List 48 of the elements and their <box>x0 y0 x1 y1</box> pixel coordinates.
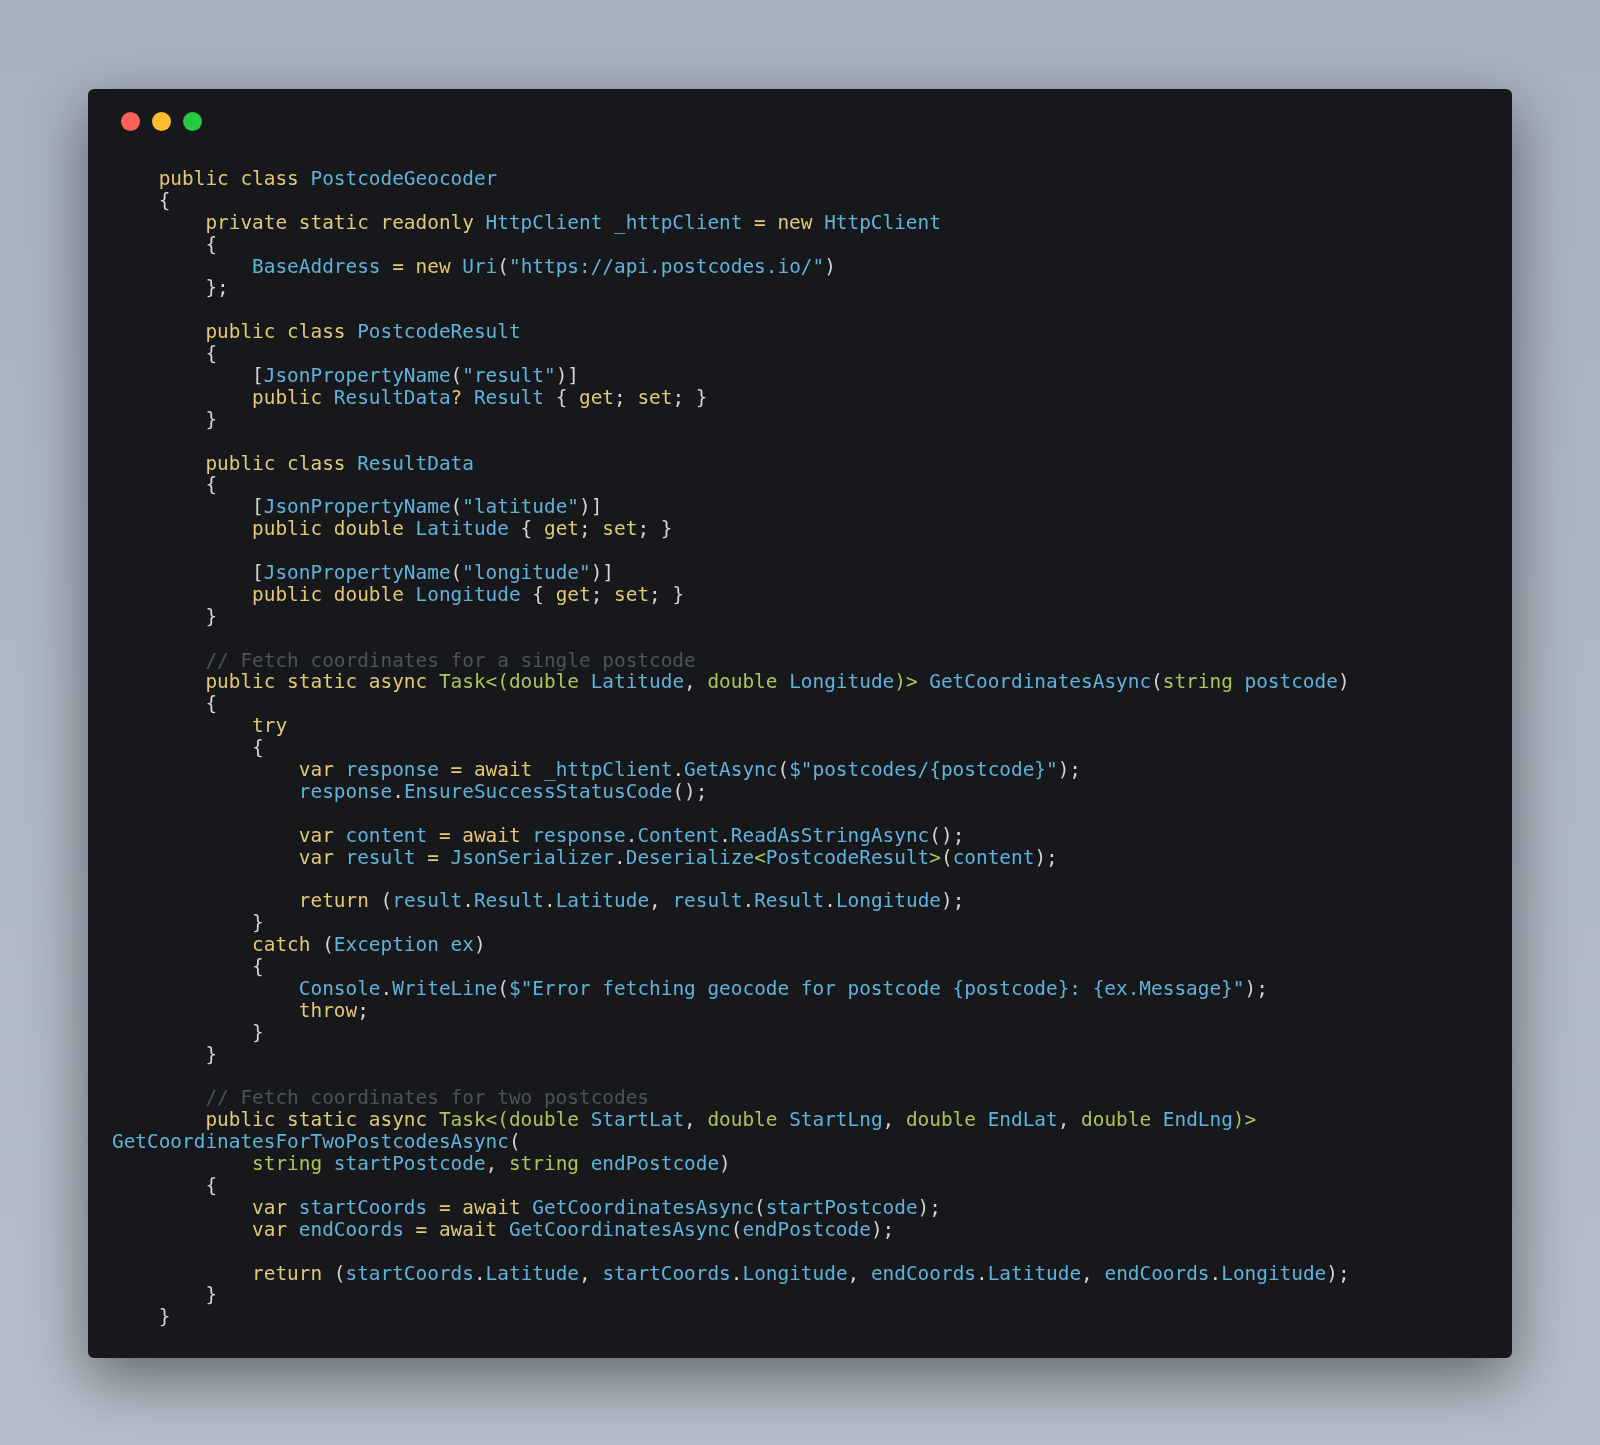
code-line: BaseAddress = new Uri("https://api.postcodes.io/") <box>251 255 836 278</box>
code-line: } <box>204 1043 218 1066</box>
code-line: public class PostcodeResult <box>204 321 521 344</box>
code-line: return (result.Result.Latitude, result.Result.Longitude); <box>297 890 965 913</box>
code-line: response.EnsureSuccessStatusCode(); <box>297 780 708 803</box>
code-line: private static readonly HttpClient _httpClient = new HttpClient <box>204 211 941 234</box>
code-line: // Fetch coordinates for a single postcode <box>204 649 696 672</box>
code-line: catch (Exception ex) <box>251 934 486 957</box>
code-line: } <box>251 912 264 935</box>
code-line: { <box>251 737 264 760</box>
code-line: } <box>204 1284 218 1307</box>
code-line: { <box>157 189 171 212</box>
code-line: Console.WriteLine($"Error fetching geocode for postcode {postcode}: {ex.Message}"); <box>297 977 1268 1000</box>
code-line: { <box>204 693 218 716</box>
code-line: [JsonPropertyName("result")] <box>251 365 579 387</box>
code-line: // Fetch coordinates for two postcodes <box>204 1087 649 1110</box>
code-line: } <box>157 1306 171 1329</box>
code-line: var startCoords = await GetCoordinatesAsync(startPostcode); <box>251 1196 941 1219</box>
code-line: { <box>204 343 218 365</box>
code-line: public double Latitude { get; set; } <box>251 518 673 541</box>
code-line: } <box>204 408 218 431</box>
code-line: }; <box>204 277 229 300</box>
code-line: { <box>251 956 264 978</box>
code-line: public class ResultData <box>204 452 474 475</box>
code-line: var content = await response.Content.ReadAsStringAsync(); <box>297 824 965 847</box>
code-line: [JsonPropertyName("longitude")] <box>251 562 615 584</box>
code-line: public ResultData? Result { get; set; } <box>251 386 708 409</box>
code-line: [JsonPropertyName("latitude")] <box>251 496 603 519</box>
code-line: } <box>251 1021 264 1044</box>
window-zoom-icon <box>183 112 202 131</box>
code-line: string startPostcode, string endPostcode) <box>251 1153 731 1175</box>
code-line: { <box>204 474 218 497</box>
code-line: public static async Task<(double StartLat, double StartLng, double EndLat, double EndLng)> <box>204 1109 1257 1132</box>
code-line: public class PostcodeGeocoder <box>157 168 498 190</box>
code-line: public static async Task<(double Latitude, double Longitude)> GetCoordinatesAsync(string postcode) <box>204 671 1350 694</box>
code-line: var result = JsonSerializer.Deserialize<PostcodeResult>(content); <box>297 846 1058 869</box>
code-line: GetCoordinatesForTwoPostcodesAsync( <box>112 1131 521 1154</box>
code-line: throw; <box>297 999 369 1022</box>
code-line: { <box>204 233 218 256</box>
code-line: { <box>204 1174 218 1197</box>
code-line: var endCoords = await GetCoordinatesAsync(endPostcode); <box>251 1218 895 1241</box>
window-close-icon <box>121 112 140 131</box>
code-line: var response = await _httpClient.GetAsync($"postcodes/{postcode}"); <box>297 759 1082 781</box>
code-line: return (startCoords.Latitude, startCoords.Longitude, endCoords.Latitude, endCoords.Longitude); <box>251 1262 1350 1285</box>
code-line: try <box>251 715 288 738</box>
code-line: public double Longitude { get; set; } <box>251 583 685 606</box>
window-minimize-icon <box>152 112 171 131</box>
code-line: } <box>204 605 218 628</box>
